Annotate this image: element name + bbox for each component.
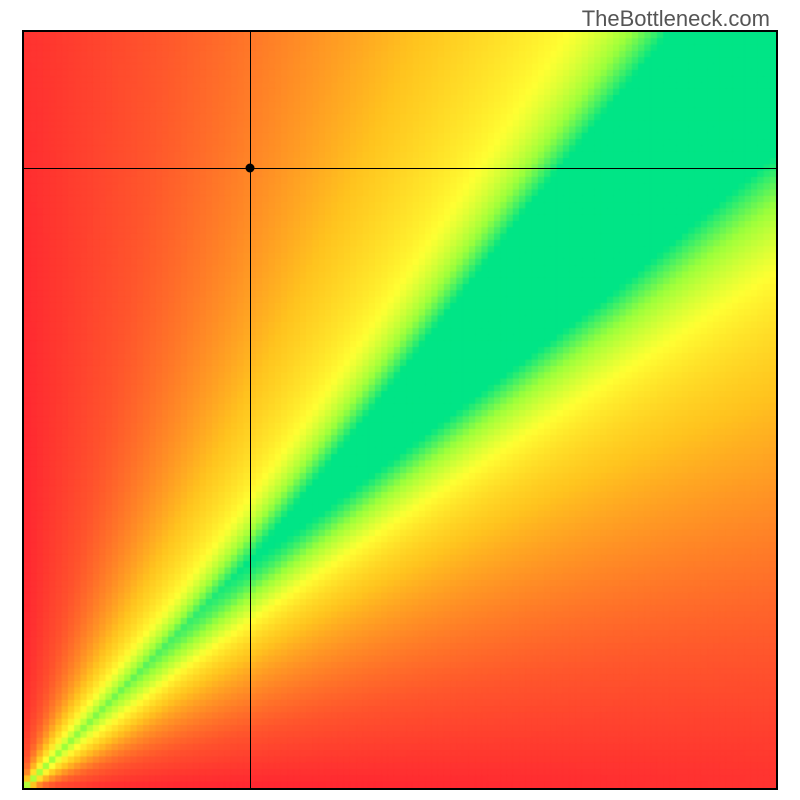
plot-area <box>22 30 778 790</box>
watermark-text: TheBottleneck.com <box>582 6 770 32</box>
marker-dot <box>245 164 254 173</box>
heatmap-canvas <box>24 32 776 788</box>
chart-container: TheBottleneck.com <box>0 0 800 800</box>
crosshair-horizontal <box>24 168 776 169</box>
crosshair-vertical <box>250 32 251 788</box>
